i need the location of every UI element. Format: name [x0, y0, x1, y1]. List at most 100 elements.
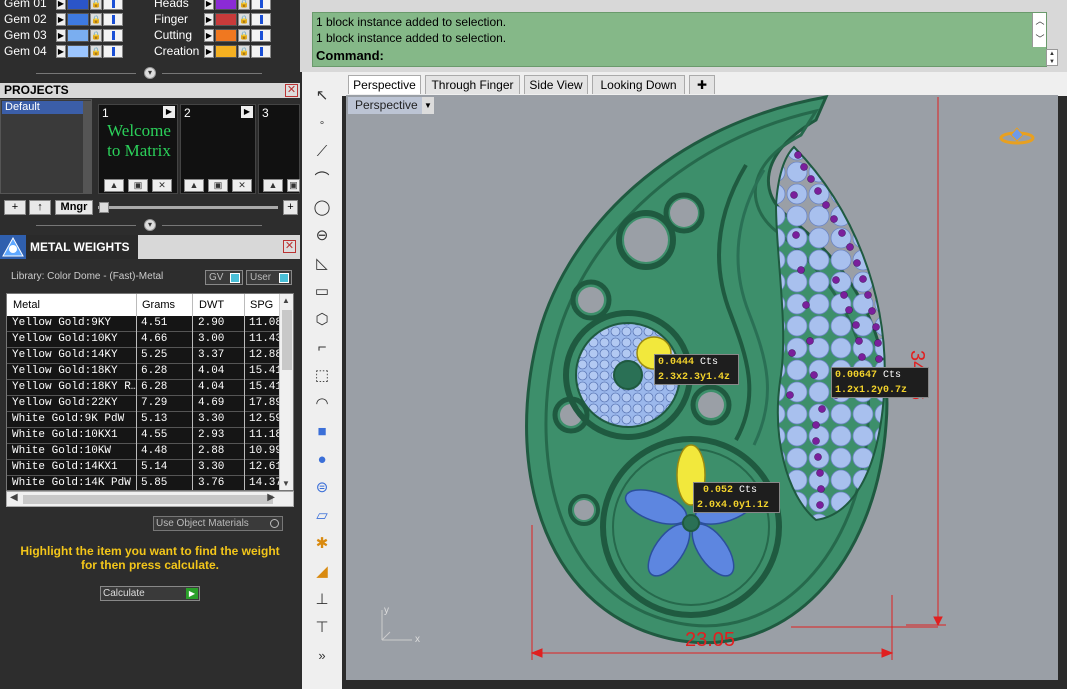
add-project-button[interactable]: + [4, 200, 26, 215]
project-scroll-track[interactable] [98, 206, 278, 209]
polyline-icon[interactable]: ⟋ [310, 141, 334, 163]
layer-row[interactable]: Gem 04 ▶ 🔒 [0, 44, 140, 60]
column-header-spg[interactable]: SPG [250, 299, 273, 311]
column-header-dwt[interactable]: DWT [199, 299, 224, 311]
layer-expand-icon[interactable]: ▶ [56, 29, 66, 42]
select-arrow-icon[interactable]: ↖ [310, 85, 334, 107]
layer-color-swatch[interactable] [215, 0, 237, 10]
metal-weights-close-button[interactable]: ✕ [283, 240, 296, 253]
slot-upload-button[interactable]: ▲ [263, 179, 283, 192]
layer-color-swatch[interactable] [67, 13, 89, 26]
lock-icon[interactable]: 🔒 [238, 13, 250, 26]
layer-row[interactable]: Heads ▶ 🔒 [150, 0, 290, 12]
visibility-toggle[interactable] [103, 45, 123, 58]
visibility-toggle[interactable] [251, 0, 271, 10]
circle-icon[interactable]: ◯ [310, 197, 334, 219]
table-row[interactable]: White Gold:14KX1 5.14 3.30 12.61 [7, 460, 281, 476]
cylinder-icon[interactable]: ⊜ [310, 477, 334, 499]
collapse-projects-button[interactable]: ▾ [144, 219, 156, 231]
layer-color-swatch[interactable] [215, 29, 237, 42]
layer-row[interactable]: Gem 01 ▶ 🔒 [0, 0, 140, 12]
table-row[interactable]: White Gold:9K PdW 5.13 3.30 12.59 [7, 412, 281, 428]
scroll-down-icon[interactable]: ﹀ [1033, 31, 1047, 47]
table-row[interactable]: White Gold:10KW 4.48 2.88 10.99 [7, 444, 281, 460]
visibility-toggle[interactable] [251, 45, 271, 58]
scroll-up-icon[interactable]: ︿ [1033, 13, 1047, 29]
lock-icon[interactable]: 🔒 [90, 13, 102, 26]
command-spinner[interactable]: ▲ ▼ [1046, 49, 1058, 66]
layer-color-swatch[interactable] [215, 13, 237, 26]
layer-expand-icon[interactable]: ▶ [56, 13, 66, 26]
layer-expand-icon[interactable]: ▶ [56, 45, 66, 58]
sphere-solid-icon[interactable]: ● [310, 449, 334, 471]
lock-icon[interactable]: 🔒 [238, 29, 250, 42]
scroll-left-icon[interactable]: ◀ [10, 492, 18, 503]
use-object-materials-checkbox[interactable]: Use Object Materials [153, 516, 283, 531]
layer-row[interactable]: Creation ▶ 🔒 [150, 44, 290, 60]
arc-icon[interactable]: ◺ [310, 253, 334, 275]
curve-icon[interactable]: ⌒ [310, 169, 334, 191]
lock-icon[interactable]: 🔒 [238, 0, 250, 10]
transform-icon[interactable]: ◢ [310, 561, 334, 583]
layer-row[interactable]: Gem 02 ▶ 🔒 [0, 12, 140, 28]
slot-save-icon[interactable]: ▣ [287, 179, 300, 192]
calculate-button[interactable]: Calculate ▶ [100, 586, 200, 601]
layer-expand-icon[interactable]: ▶ [204, 29, 214, 42]
layer-expand-icon[interactable]: ▶ [204, 45, 214, 58]
visibility-toggle[interactable] [103, 0, 123, 10]
lock-icon[interactable]: 🔒 [90, 45, 102, 58]
rectangle-icon[interactable]: ▭ [310, 281, 334, 303]
scroll-up-icon[interactable]: ▲ [282, 296, 290, 305]
slot-delete-button[interactable]: ✕ [152, 179, 172, 192]
project-list[interactable]: Default [0, 99, 92, 194]
table-row[interactable]: Yellow Gold:9KY 4.51 2.90 11.08 [7, 316, 281, 332]
slot-save-icon[interactable]: ▣ [208, 179, 228, 192]
mesh-icon[interactable]: ▱ [310, 505, 334, 527]
table-row[interactable]: Yellow Gold:18KY 6.28 4.04 15.41 [7, 364, 281, 380]
user-toggle[interactable]: User [246, 270, 292, 285]
slot-upload-button[interactable]: ▲ [104, 179, 124, 192]
layer-expand-icon[interactable]: ▶ [204, 0, 214, 10]
project-list-item[interactable]: Default [2, 101, 84, 114]
align-icon[interactable]: ⊥ [310, 589, 334, 611]
lock-icon[interactable]: 🔒 [238, 45, 250, 58]
gv-toggle[interactable]: GV [205, 270, 243, 285]
more-tools-icon[interactable]: » [310, 645, 334, 667]
gear-tools-icon[interactable]: ✱ [310, 533, 334, 555]
polygon-icon[interactable]: ⬡ [310, 309, 334, 331]
column-header-grams[interactable]: Grams [142, 299, 175, 311]
point-icon[interactable]: ∘ [310, 113, 334, 135]
surface-edit-icon[interactable]: ⬚ [310, 365, 334, 387]
column-header-metal[interactable]: Metal [13, 299, 40, 311]
ellipse-icon[interactable]: ⊖ [310, 225, 334, 247]
fillet-icon[interactable]: ⌐ [310, 337, 334, 359]
tab-looking-down[interactable]: Looking Down [592, 75, 685, 94]
box-solid-icon[interactable]: ■ [310, 421, 334, 443]
visibility-toggle[interactable] [103, 13, 123, 26]
command-scrollbar[interactable]: ︿ ﹀ [1032, 13, 1046, 47]
slot-save-icon[interactable]: ▣ [128, 179, 148, 192]
tab-perspective[interactable]: Perspective [348, 75, 421, 94]
table-row[interactable]: White Gold:10KX1 4.55 2.93 11.18 [7, 428, 281, 444]
layer-row[interactable]: Gem 03 ▶ 🔒 [0, 28, 140, 44]
sweep-icon[interactable]: ◠ [310, 393, 334, 415]
scroll-thumb[interactable] [282, 310, 292, 370]
slot-arrow-icon[interactable]: ▶ [163, 106, 175, 118]
layer-row[interactable]: Cutting ▶ 🔒 [150, 28, 290, 44]
project-up-button[interactable]: ↑ [29, 200, 51, 215]
tab-through-finger[interactable]: Through Finger [425, 75, 520, 94]
lock-icon[interactable]: 🔒 [90, 0, 102, 10]
lock-icon[interactable]: 🔒 [90, 29, 102, 42]
table-row[interactable]: Yellow Gold:14KY 5.25 3.37 12.88 [7, 348, 281, 364]
scroll-right-icon[interactable]: ▶ [267, 492, 275, 503]
add-slot-button[interactable]: + [283, 200, 298, 215]
table-row[interactable]: Yellow Gold:18KY R… 6.28 4.04 15.41 [7, 380, 281, 396]
projects-close-button[interactable]: ✕ [285, 84, 298, 97]
layer-color-swatch[interactable] [215, 45, 237, 58]
hscroll-thumb[interactable] [23, 495, 273, 504]
manager-button[interactable]: Mngr [55, 200, 93, 215]
project-list-scrollbar[interactable] [83, 101, 91, 193]
slot-upload-button[interactable]: ▲ [184, 179, 204, 192]
project-scroll-thumb[interactable] [99, 202, 109, 213]
layer-color-swatch[interactable] [67, 29, 89, 42]
